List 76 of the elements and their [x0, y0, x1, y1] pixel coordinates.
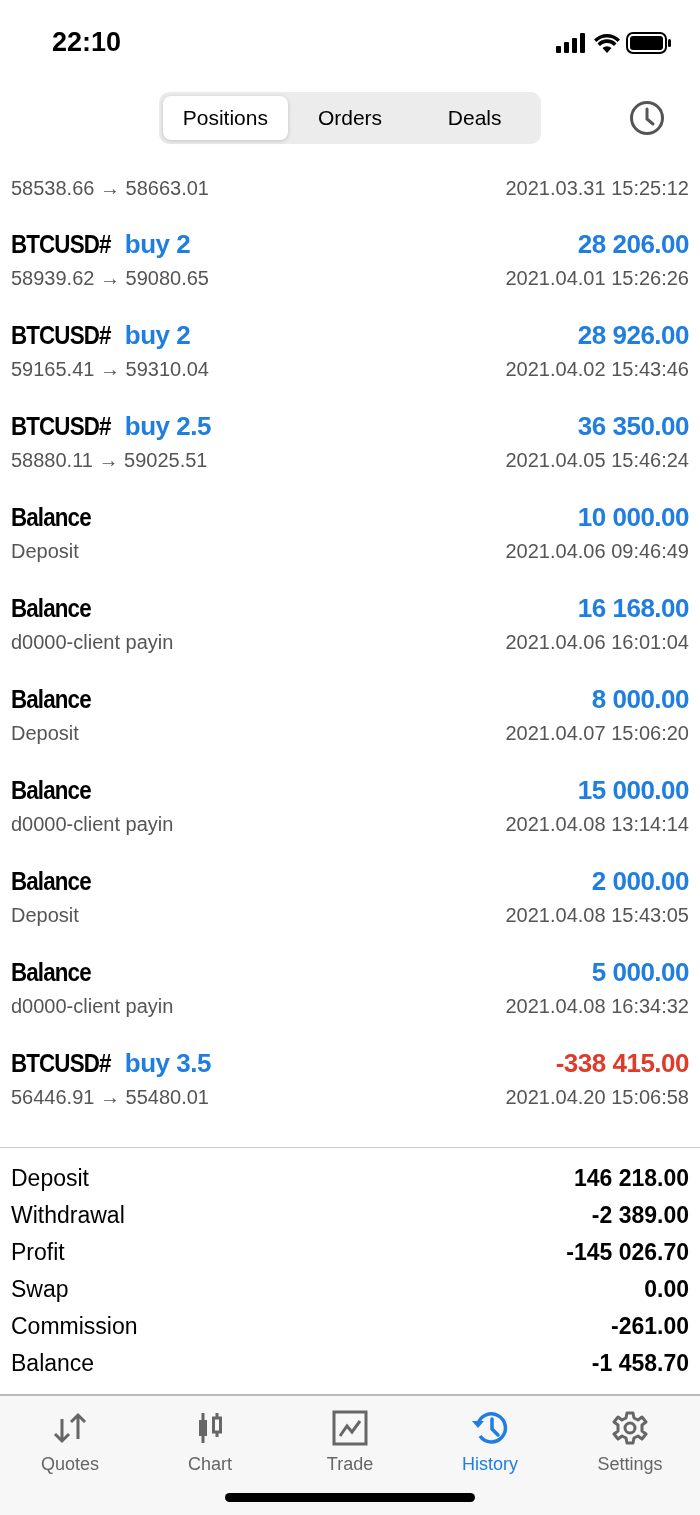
deal-type: buy 2	[124, 228, 191, 260]
symbol-label: BTCUSD#	[11, 319, 111, 351]
settings-icon	[612, 1410, 648, 1446]
deal-time: 2021.03.31 15:25:12	[505, 176, 689, 201]
operation-title: Balance	[11, 501, 91, 533]
signal-icon	[556, 32, 588, 53]
tab-bar-item[interactable]: Trade	[280, 1410, 420, 1475]
deal-time: 2021.04.08 15:43:05	[505, 903, 689, 928]
line-chart-icon	[332, 1410, 368, 1446]
deal-time: 2021.04.06 16:01:04	[505, 630, 689, 655]
profit-amount: 28 206.00	[577, 228, 689, 260]
summary-value: -145 026.70	[566, 1238, 689, 1267]
operation-title: Balance	[11, 592, 91, 624]
up-down-arrows-icon	[52, 1410, 88, 1446]
deal-type: buy 2	[124, 319, 191, 351]
operation-comment: Deposit	[11, 539, 79, 564]
clock-icon[interactable]	[629, 100, 665, 136]
price-range: 58939.62 → 59080.65	[11, 266, 209, 291]
segment-tab[interactable]: Orders	[287, 95, 413, 140]
profit-amount: 5 000.00	[591, 956, 689, 988]
profit-amount: 36 350.00	[577, 410, 689, 442]
profit-amount: 8 000.00	[591, 683, 689, 715]
summary-label: Balance	[11, 1349, 95, 1378]
operation-title: Balance	[11, 865, 91, 897]
summary-label: Deposit	[11, 1164, 89, 1193]
tab-bar-item[interactable]: Settings	[560, 1410, 700, 1475]
tab-bar-item[interactable]: History	[420, 1410, 560, 1475]
profit-amount: -338 415.00	[555, 1047, 689, 1079]
summary-label: Profit	[11, 1238, 65, 1267]
summary-value: 0.00	[644, 1275, 689, 1304]
profit-amount: 2 000.00	[591, 865, 689, 897]
battery-icon	[626, 31, 672, 54]
operation-comment: Deposit	[11, 903, 79, 928]
price-range: 58880.11 → 59025.51	[11, 448, 208, 473]
deal-type: buy 2.5	[124, 410, 211, 442]
profit-amount: 10 000.00	[577, 501, 689, 533]
segment-tab[interactable]: Positions	[163, 95, 288, 140]
operation-comment: d0000-client payin	[11, 812, 174, 837]
wifi-icon	[594, 32, 620, 53]
operation-comment: d0000-client payin	[11, 630, 174, 655]
history-icon	[470, 1410, 510, 1446]
operation-comment: Deposit	[11, 721, 79, 746]
deal-time: 2021.04.06 09:46:49	[505, 539, 689, 564]
price-range: 56446.91 → 55480.01	[11, 1085, 209, 1110]
summary-label: Swap	[11, 1275, 69, 1304]
profit-amount: 28 926.00	[577, 319, 689, 351]
price-range: 58538.66 → 58663.01	[11, 176, 209, 201]
tab-bar-item[interactable]: Quotes	[0, 1410, 140, 1475]
deal-time: 2021.04.01 15:26:26	[505, 266, 689, 291]
deal-time: 2021.04.08 16:34:32	[505, 994, 689, 1019]
profit-amount: 16 168.00	[577, 592, 689, 624]
candlestick-icon	[197, 1410, 223, 1446]
operation-comment: d0000-client payin	[11, 994, 174, 1019]
deal-time: 2021.04.02 15:43:46	[505, 357, 689, 382]
summary-value: -1 458.70	[591, 1349, 689, 1378]
price-range: 59165.41 → 59310.04	[11, 357, 209, 382]
deal-type: buy 3.5	[124, 1047, 211, 1079]
deal-time: 2021.04.05 15:46:24	[505, 448, 689, 473]
deal-time: 2021.04.07 15:06:20	[505, 721, 689, 746]
summary-value: -261.00	[611, 1312, 689, 1341]
operation-title: Balance	[11, 774, 91, 806]
profit-amount: 15 000.00	[577, 774, 689, 806]
tab-bar-item[interactable]: Chart	[140, 1410, 280, 1475]
summary-label: Commission	[11, 1312, 138, 1341]
deal-time: 2021.04.20 15:06:58	[505, 1085, 689, 1110]
summary-label: Withdrawal	[11, 1201, 125, 1230]
segment-tab[interactable]: Deals	[412, 95, 537, 140]
symbol-label: BTCUSD#	[11, 1047, 111, 1079]
operation-title: Balance	[11, 683, 91, 715]
status-time: 22:10	[52, 27, 122, 58]
summary-value: 146 218.00	[573, 1164, 689, 1193]
summary-value: -2 389.00	[591, 1201, 689, 1230]
symbol-label: BTCUSD#	[11, 228, 111, 260]
deal-time: 2021.04.08 13:14:14	[505, 812, 689, 837]
operation-title: Balance	[11, 956, 91, 988]
symbol-label: BTCUSD#	[11, 410, 111, 442]
